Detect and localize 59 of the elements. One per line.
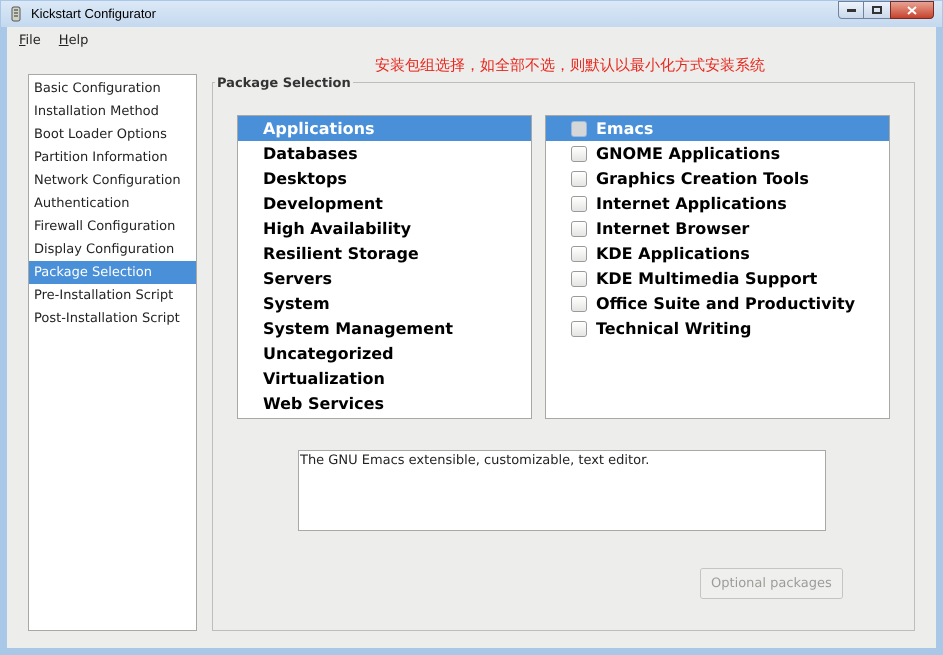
package-label: Internet Applications: [596, 192, 787, 214]
package-item[interactable]: Technical Writing: [546, 316, 889, 341]
package-label: Office Suite and Productivity: [596, 292, 856, 314]
package-item[interactable]: KDE Multimedia Support: [546, 266, 889, 291]
group-item[interactable]: Resilient Storage: [238, 241, 531, 266]
checkbox[interactable]: [571, 170, 587, 186]
package-label: Graphics Creation Tools: [596, 168, 809, 190]
close-icon: [907, 6, 917, 14]
group-item[interactable]: Databases: [238, 141, 531, 166]
package-item[interactable]: GNOME Applications: [546, 141, 889, 166]
group-item[interactable]: Virtualization: [238, 366, 531, 391]
sidebar-item[interactable]: Firewall Configuration: [29, 215, 196, 238]
checkbox[interactable]: [571, 296, 587, 312]
package-item[interactable]: Internet Applications: [546, 191, 889, 216]
checkbox[interactable]: [571, 196, 587, 212]
sidebar-item[interactable]: Installation Method: [29, 100, 196, 123]
package-label: Technical Writing: [596, 318, 752, 340]
maximize-icon: [872, 6, 882, 14]
checkbox[interactable]: [571, 320, 587, 336]
sidebar-item[interactable]: Display Configuration: [29, 238, 196, 261]
group-item[interactable]: High Availability: [238, 216, 531, 241]
package-item[interactable]: KDE Applications: [546, 241, 889, 266]
sidebar-item[interactable]: Partition Information: [29, 146, 196, 169]
group-item[interactable]: System: [238, 291, 531, 316]
group-item[interactable]: Web Services: [238, 391, 531, 416]
checkbox[interactable]: [571, 146, 587, 162]
menu-item[interactable]: File: [15, 31, 45, 51]
close-button[interactable]: [890, 1, 934, 19]
minimize-icon: [846, 8, 856, 12]
window-title: Kickstart Configurator: [31, 5, 156, 24]
package-item[interactable]: Office Suite and Productivity: [546, 291, 889, 316]
checkbox[interactable]: [571, 246, 587, 262]
sidebar-item[interactable]: Pre-Installation Script: [29, 284, 196, 307]
package-item[interactable]: Internet Browser: [546, 216, 889, 241]
group-item[interactable]: Servers: [238, 266, 531, 291]
group-item[interactable]: Uncategorized: [238, 341, 531, 366]
group-item[interactable]: Desktops: [238, 166, 531, 191]
package-label: GNOME Applications: [596, 142, 780, 164]
sidebar-item[interactable]: Basic Configuration: [29, 77, 196, 100]
package-label: Emacs: [596, 118, 654, 140]
checkbox[interactable]: [571, 220, 587, 236]
sidebar-item[interactable]: Boot Loader Options: [29, 123, 196, 146]
package-label: Internet Browser: [596, 218, 750, 240]
sidebar-item[interactable]: Network Configuration: [29, 169, 196, 192]
checkbox[interactable]: [571, 270, 587, 286]
group-item[interactable]: Development: [238, 191, 531, 216]
minimize-button[interactable]: [838, 1, 864, 19]
package-item[interactable]: Graphics Creation Tools: [546, 166, 889, 191]
sidebar-item[interactable]: Authentication: [29, 192, 196, 215]
group-item[interactable]: System Management: [238, 316, 531, 341]
maximize-button[interactable]: [864, 1, 890, 19]
app-icon: [9, 6, 23, 22]
checkbox[interactable]: [571, 120, 587, 136]
description-box: The GNU Emacs extensible, customizable, text editor.: [298, 450, 826, 531]
annotation-text: 安装包组选择，如全部不选，则默认以最小化方式安装系统: [375, 55, 765, 76]
package-label: KDE Multimedia Support: [596, 268, 818, 290]
menu-item[interactable]: Help: [54, 31, 92, 51]
sidebar-item[interactable]: Post-Installation Script: [29, 307, 196, 330]
package-label: KDE Applications: [596, 242, 750, 264]
